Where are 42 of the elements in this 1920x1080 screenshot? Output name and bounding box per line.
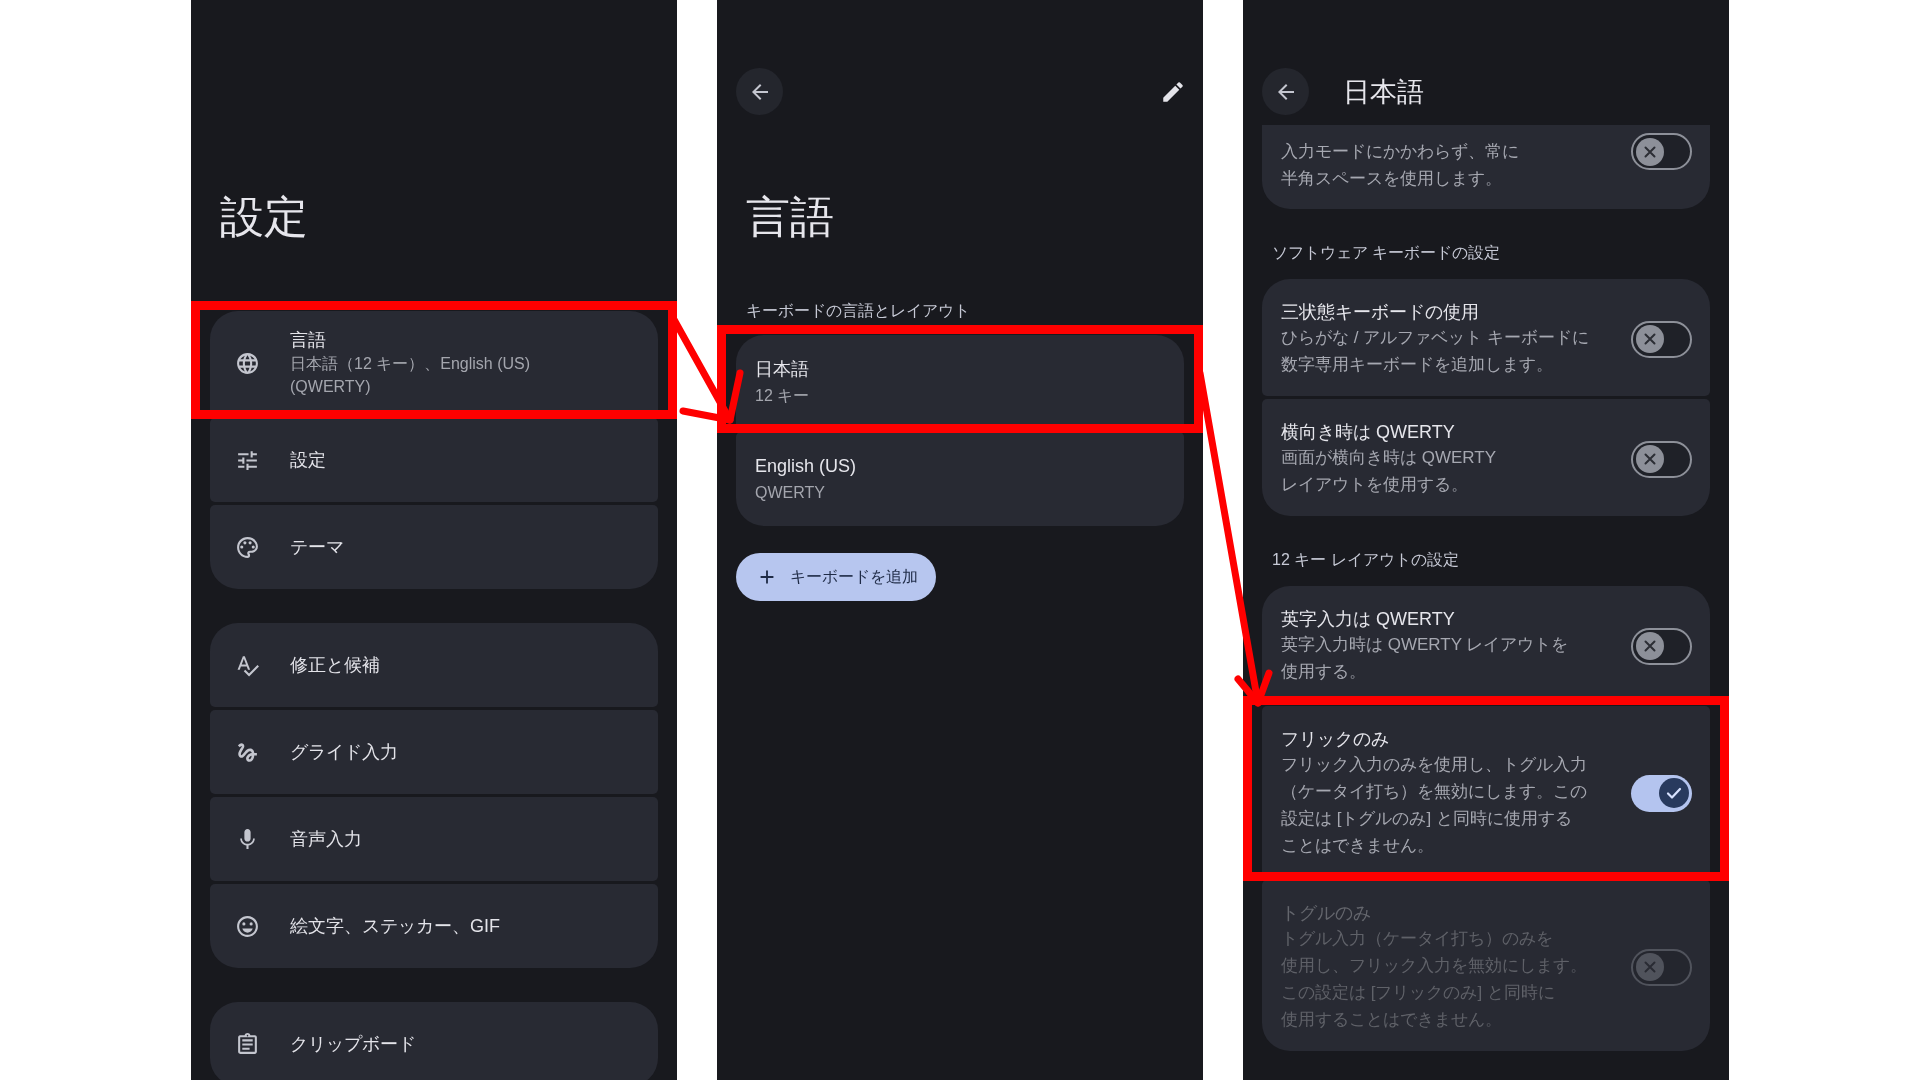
setting-description: 入力モードにかかわらず、常に半角スペースを使用します。 bbox=[1281, 141, 1520, 190]
setting-title: 英字入力は QWERTY bbox=[1281, 608, 1455, 631]
page-title: 日本語 bbox=[1343, 75, 1424, 109]
back-button[interactable] bbox=[736, 68, 783, 115]
setting-title: 三状態キーボードの使用 bbox=[1281, 301, 1479, 324]
settings-item[interactable]: 音声入力 bbox=[210, 797, 658, 881]
page-title: 言語 bbox=[746, 191, 834, 243]
globe-icon bbox=[235, 350, 260, 376]
x-mark-icon bbox=[1636, 632, 1664, 660]
x-mark-icon bbox=[1636, 325, 1664, 353]
palette-icon bbox=[235, 534, 260, 560]
smiley-icon bbox=[235, 913, 260, 939]
toggle-switch[interactable] bbox=[1631, 133, 1692, 170]
settings-item[interactable]: グライド入力 bbox=[210, 710, 658, 794]
add-keyboard-button[interactable]: キーボードを追加 bbox=[736, 553, 936, 601]
setting-description: フリック入力のみを使用し、トグル入力（ケータイ打ち）を無効にします。この設定は [トグルのみ] と同時に使用することはできません。 bbox=[1281, 754, 1588, 857]
setting-description: 英字入力時は QWERTY レイアウトを使用する。 bbox=[1281, 634, 1570, 683]
toggle-switch[interactable] bbox=[1631, 774, 1692, 812]
x-mark-icon bbox=[1636, 137, 1664, 166]
setting-description: ひらがな / アルファベット キーボードに数字専用キーボードを追加します。 bbox=[1281, 327, 1590, 376]
settings-item[interactable]: クリップボード bbox=[210, 1002, 658, 1080]
check-icon bbox=[1659, 778, 1689, 808]
setting-title: フリックのみ bbox=[1281, 728, 1389, 751]
settings-item[interactable]: テーマ bbox=[210, 505, 658, 589]
language-item[interactable]: English (US) QWERTY bbox=[736, 432, 1184, 526]
back-button[interactable] bbox=[1262, 68, 1309, 115]
section-heading: 12 キー レイアウトの設定 bbox=[1272, 550, 1459, 570]
x-mark-icon bbox=[1636, 953, 1664, 981]
toggle-switch[interactable] bbox=[1631, 440, 1692, 478]
page-title: 設定 bbox=[220, 191, 308, 243]
section-heading: キーボードの言語とレイアウト bbox=[746, 301, 970, 321]
setting-title: 横向き時は QWERTY bbox=[1281, 421, 1455, 444]
setting-description: 画面が横向き時は QWERTY レイアウトを使用する。 bbox=[1281, 447, 1497, 496]
settings-item[interactable]: 設定 bbox=[210, 418, 658, 502]
toggle-switch[interactable] bbox=[1631, 320, 1692, 358]
setting-title: トグルのみ bbox=[1281, 902, 1371, 925]
section-heading: ソフトウェア キーボードの設定 bbox=[1272, 243, 1501, 263]
settings-item[interactable]: 絵文字、ステッカー、GIF bbox=[210, 884, 658, 968]
settings-item[interactable]: 修正と候補 bbox=[210, 623, 658, 707]
toggle-switch[interactable] bbox=[1631, 627, 1692, 665]
clipboard-icon bbox=[235, 1031, 260, 1057]
x-mark-icon bbox=[1636, 445, 1664, 473]
